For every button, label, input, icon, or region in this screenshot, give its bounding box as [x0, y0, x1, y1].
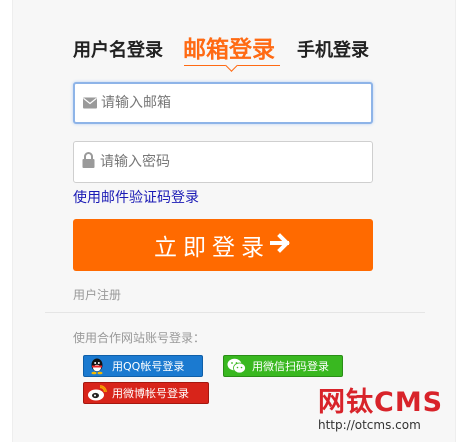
password-field[interactable]: [73, 141, 373, 183]
qq-login-label: 用QQ帐号登录: [112, 360, 185, 373]
wechat-icon: [224, 356, 250, 376]
password-input[interactable]: [100, 142, 360, 182]
qq-login-button[interactable]: 用QQ帐号登录: [83, 355, 203, 377]
wechat-login-button[interactable]: 用微信扫码登录: [223, 355, 343, 377]
partner-login-label: 使用合作网站账号登录：: [73, 331, 206, 345]
email-input[interactable]: [101, 84, 361, 122]
email-field[interactable]: [73, 82, 373, 124]
register-link[interactable]: 用户注册: [73, 286, 121, 303]
arrow-right-icon: [270, 233, 292, 257]
email-code-login-link[interactable]: 使用邮件验证码登录: [73, 187, 199, 207]
divider: [45, 312, 425, 313]
weibo-login-button[interactable]: 用微博帐号登录: [83, 382, 209, 404]
weibo-icon: [84, 383, 110, 403]
lock-icon: [82, 152, 95, 172]
wechat-login-label: 用微信扫码登录: [252, 360, 329, 373]
watermark-logo: 网钛CMS: [318, 387, 444, 418]
tab-phone-login[interactable]: 手机登录: [297, 36, 369, 62]
tab-email-login[interactable]: 邮箱登录: [183, 30, 275, 64]
envelope-icon: [83, 94, 97, 113]
login-button-label: 立即登录: [154, 235, 270, 261]
qq-icon: [84, 356, 110, 376]
login-button[interactable]: 立即登录: [73, 219, 373, 271]
login-tabs: 用户名登录 邮箱登录 手机登录: [73, 30, 393, 72]
watermark-url: http://otcms.com: [318, 418, 421, 432]
weibo-login-label: 用微博帐号登录: [112, 387, 189, 400]
tab-username-login[interactable]: 用户名登录: [73, 36, 163, 62]
